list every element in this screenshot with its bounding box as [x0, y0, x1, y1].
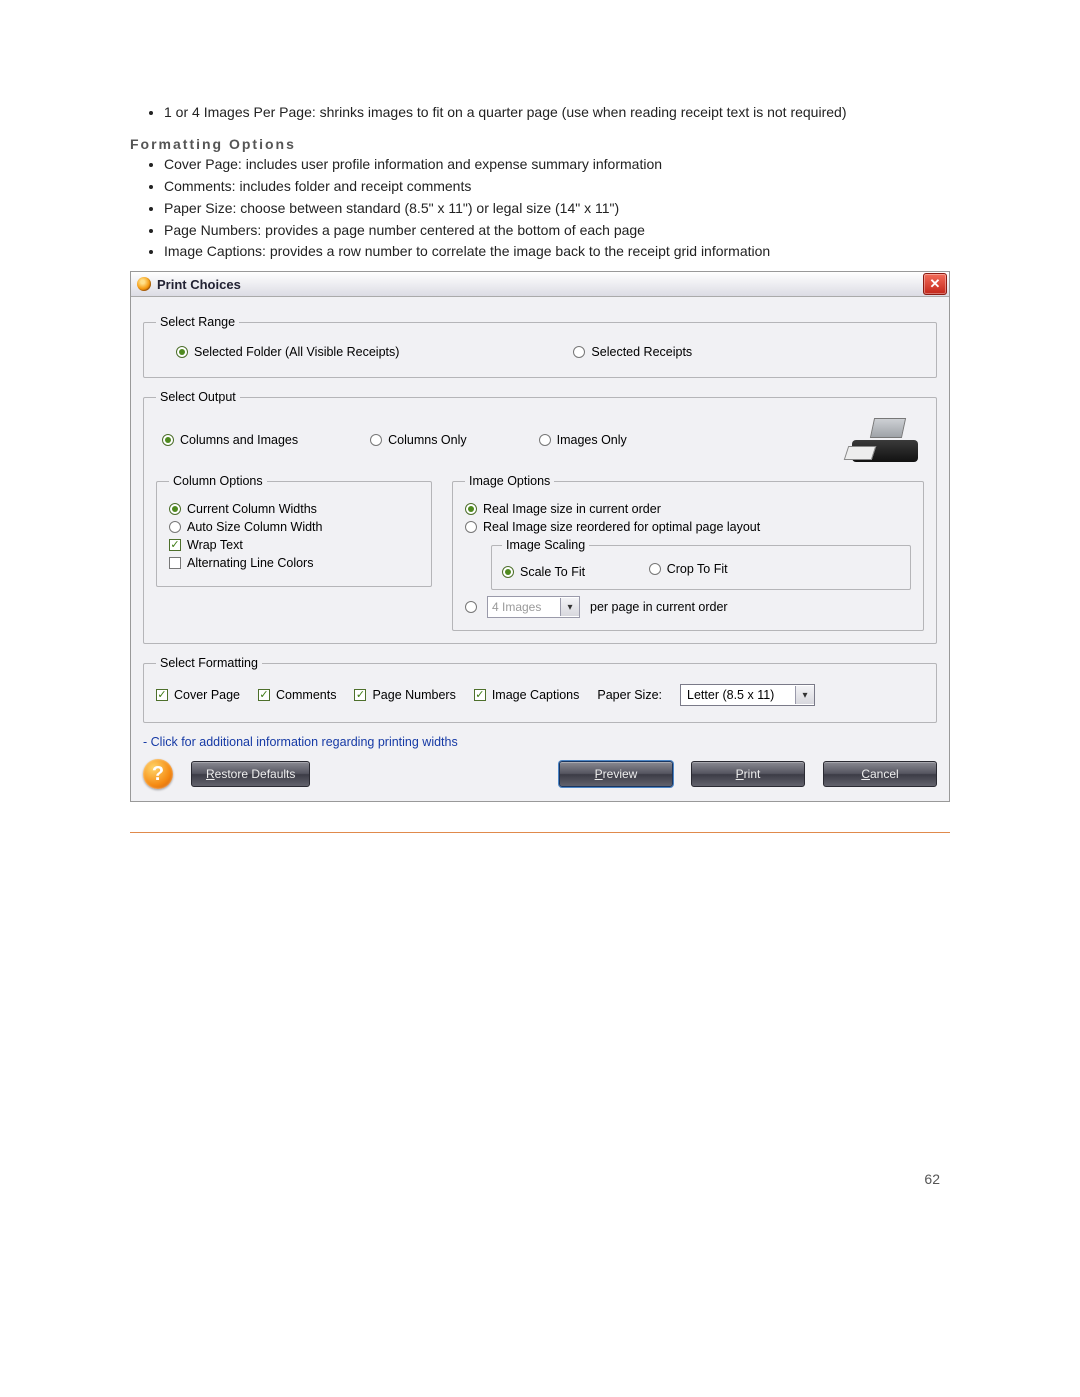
- check-label: Comments: [276, 688, 336, 702]
- column-options-group: Column Options Current Column Widths Aut…: [156, 474, 432, 587]
- preview-button[interactable]: Preview: [559, 761, 673, 787]
- select-range-group: Select Range Selected Folder (All Visibl…: [143, 315, 937, 378]
- doc-bullet: Comments: includes folder and receipt co…: [164, 177, 950, 196]
- print-choices-dialog: Print Choices ✕ Select Range Selected Fo…: [130, 271, 950, 802]
- help-button[interactable]: ?: [143, 759, 173, 789]
- radio-crop-to-fit[interactable]: Crop To Fit: [649, 562, 728, 576]
- radio-label: Real Image size in current order: [483, 502, 661, 516]
- paper-size-value: Letter (8.5 x 11): [681, 688, 795, 702]
- radio-auto-size-column-width[interactable]: Auto Size Column Width: [169, 520, 419, 534]
- radio-label: Crop To Fit: [667, 562, 728, 576]
- close-button[interactable]: ✕: [923, 273, 947, 295]
- paper-size-select[interactable]: Letter (8.5 x 11) ▾: [680, 684, 815, 706]
- images-per-page-suffix: per page in current order: [590, 600, 728, 614]
- printing-widths-link[interactable]: - Click for additional information regar…: [143, 735, 937, 749]
- radio-columns-only[interactable]: Columns Only: [370, 433, 467, 447]
- check-comments[interactable]: ✓ Comments: [258, 688, 336, 702]
- printer-icon: [846, 418, 918, 462]
- select-formatting-group: Select Formatting ✓ Cover Page ✓ Comment…: [143, 656, 937, 723]
- doc-bullet: Page Numbers: provides a page number cen…: [164, 221, 950, 240]
- radio-label: Selected Folder (All Visible Receipts): [194, 345, 399, 359]
- image-options-legend: Image Options: [465, 474, 554, 488]
- doc-bullet: 1 or 4 Images Per Page: shrinks images t…: [164, 103, 950, 122]
- document-text: 1 or 4 Images Per Page: shrinks images t…: [130, 103, 950, 261]
- radio-label: Images Only: [557, 433, 627, 447]
- radio-images-only[interactable]: Images Only: [539, 433, 627, 447]
- images-per-page-value: [488, 598, 560, 616]
- radio-n-images-per-page[interactable]: [465, 601, 477, 613]
- select-output-legend: Select Output: [156, 390, 240, 404]
- radio-columns-and-images[interactable]: Columns and Images: [162, 433, 298, 447]
- radio-scale-to-fit[interactable]: Scale To Fit: [502, 565, 585, 579]
- check-cover-page[interactable]: ✓ Cover Page: [156, 688, 240, 702]
- chevron-down-icon: ▾: [795, 686, 814, 704]
- doc-bullet: Image Captions: provides a row number to…: [164, 242, 950, 261]
- check-wrap-text[interactable]: ✓ Wrap Text: [169, 538, 419, 552]
- select-formatting-legend: Select Formatting: [156, 656, 262, 670]
- radio-label: Current Column Widths: [187, 502, 317, 516]
- close-icon: ✕: [930, 276, 941, 292]
- radio-label: Auto Size Column Width: [187, 520, 322, 534]
- radio-current-column-widths[interactable]: Current Column Widths: [169, 502, 419, 516]
- check-label: Page Numbers: [372, 688, 455, 702]
- column-options-legend: Column Options: [169, 474, 267, 488]
- radio-label: Scale To Fit: [520, 565, 585, 579]
- check-label: Image Captions: [492, 688, 580, 702]
- doc-bullet: Cover Page: includes user profile inform…: [164, 155, 950, 174]
- radio-real-image-current-order[interactable]: Real Image size in current order: [465, 502, 901, 516]
- check-image-captions[interactable]: ✓ Image Captions: [474, 688, 580, 702]
- image-scaling-group: Image Scaling Scale To Fit Crop To Fit: [491, 538, 911, 590]
- app-icon: [137, 277, 151, 291]
- radio-real-image-reorder[interactable]: Real Image size reordered for optimal pa…: [465, 520, 901, 534]
- radio-label: Columns Only: [388, 433, 467, 447]
- paper-size-label: Paper Size:: [597, 688, 662, 702]
- select-range-legend: Select Range: [156, 315, 239, 329]
- cancel-button[interactable]: Cancel: [823, 761, 937, 787]
- select-output-group: Select Output Columns and Images Columns…: [143, 390, 937, 644]
- check-label: Cover Page: [174, 688, 240, 702]
- restore-defaults-button[interactable]: Restore Defaults: [191, 761, 310, 787]
- image-scaling-legend: Image Scaling: [502, 538, 589, 552]
- page-number: 62: [924, 1171, 940, 1187]
- help-icon-glyph: ?: [152, 763, 164, 786]
- print-button[interactable]: Print: [691, 761, 805, 787]
- radio-label: Columns and Images: [180, 433, 298, 447]
- radio-label: Selected Receipts: [591, 345, 692, 359]
- dialog-title: Print Choices: [157, 277, 241, 292]
- check-label: Alternating Line Colors: [187, 556, 313, 570]
- titlebar: Print Choices ✕: [131, 272, 949, 297]
- check-alternating-line-colors[interactable]: Alternating Line Colors: [169, 556, 419, 570]
- chevron-down-icon: ▾: [560, 598, 579, 616]
- radio-label: Real Image size reordered for optimal pa…: [483, 520, 760, 534]
- check-page-numbers[interactable]: ✓ Page Numbers: [354, 688, 455, 702]
- radio-selected-receipts[interactable]: Selected Receipts: [573, 345, 692, 359]
- section-heading: Formatting Options: [130, 136, 950, 152]
- radio-selected-folder[interactable]: Selected Folder (All Visible Receipts): [176, 345, 399, 359]
- page-separator: [130, 832, 950, 833]
- check-label: Wrap Text: [187, 538, 243, 552]
- images-per-page-combo[interactable]: ▾: [487, 596, 580, 618]
- image-options-group: Image Options Real Image size in current…: [452, 474, 924, 631]
- doc-bullet: Paper Size: choose between standard (8.5…: [164, 199, 950, 218]
